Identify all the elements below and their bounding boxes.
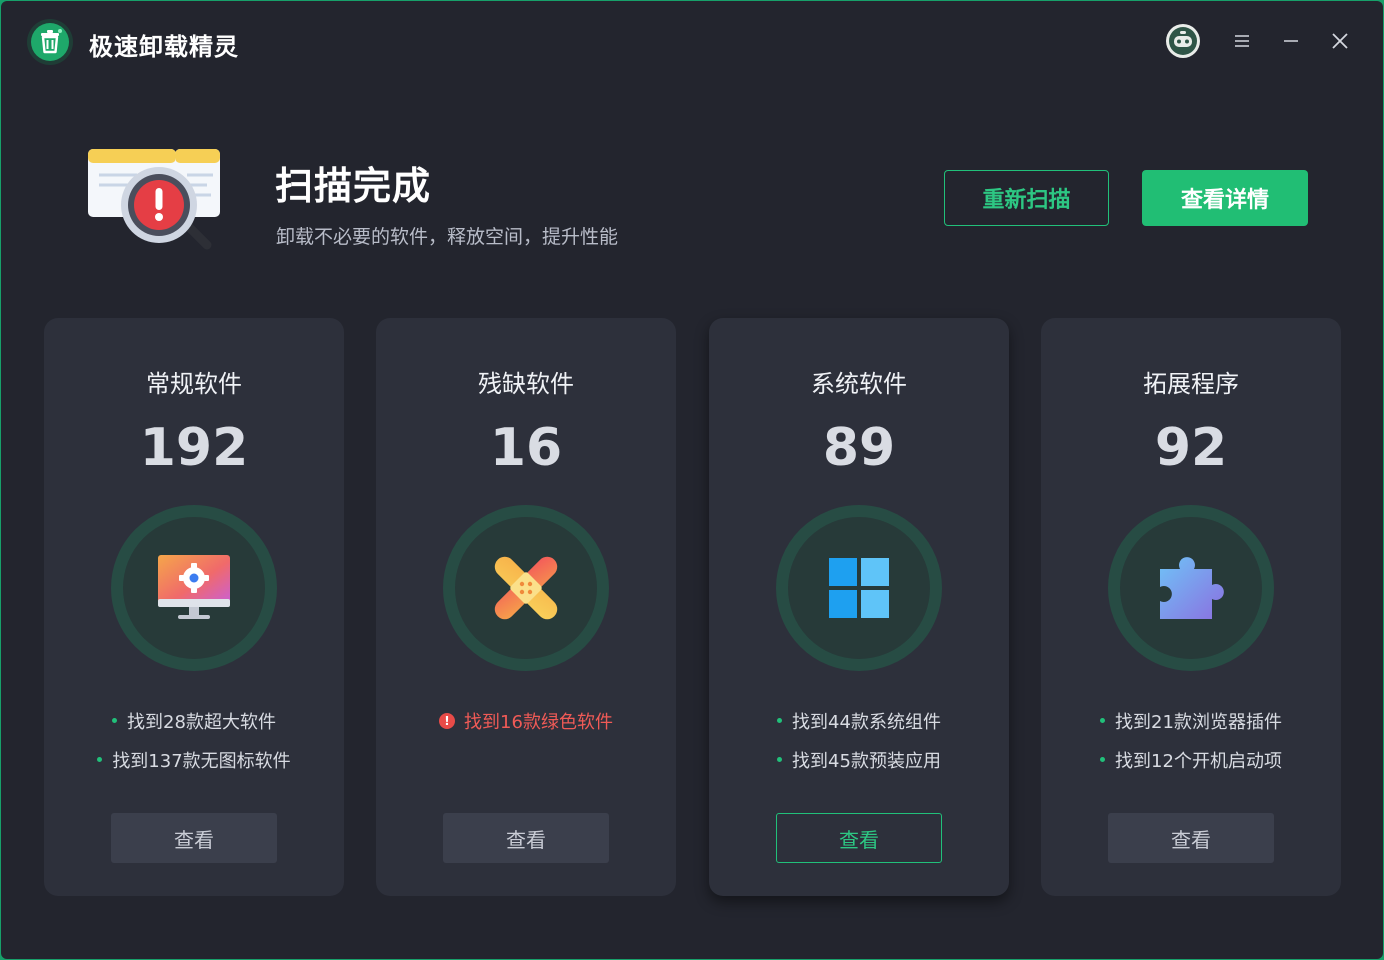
finds-list: ! 找到16款绿色软件 [376, 701, 676, 740]
bullet-dot-icon [777, 718, 783, 723]
puzzle-icon [1160, 557, 1224, 619]
view-regular-button[interactable]: 查看 [111, 813, 277, 863]
card-title: 系统软件 [811, 370, 907, 398]
card-title: 拓展程序 [1143, 370, 1239, 398]
card-count: 92 [1154, 418, 1228, 478]
bullet-dot-icon [1100, 757, 1106, 762]
card-icon-ring [1108, 505, 1274, 671]
card-incomplete-software: 残缺软件 16 ! 找到16款绿色软件 查看 [376, 318, 676, 896]
warning-icon: ! [439, 712, 456, 729]
app-window: 极速卸载精灵 扫描完成 卸载不必要的软件，释放空间，提升性能 重新扫描 查看详情… [1, 1, 1383, 959]
view-details-button[interactable]: 查看详情 [1142, 170, 1308, 226]
page-subtitle: 卸载不必要的软件，释放空间，提升性能 [276, 226, 619, 248]
bullet-dot-icon [112, 718, 118, 723]
finds-list: 找到44款系统组件 找到45款预装应用 [709, 701, 1009, 779]
list-item: 找到21款浏览器插件 [1041, 701, 1341, 740]
finds-list: 找到28款超大软件 找到137款无图标软件 [44, 701, 344, 779]
hamburger-menu-icon[interactable] [1224, 23, 1260, 59]
list-item: 找到137款无图标软件 [44, 740, 344, 779]
bandage-icon [494, 556, 558, 620]
card-count: 16 [489, 418, 563, 478]
list-item: 找到28款超大软件 [44, 701, 344, 740]
card-count: 192 [139, 418, 249, 478]
page-title: 扫描完成 [275, 164, 432, 208]
list-item: 找到12个开机启动项 [1041, 740, 1341, 779]
monitor-gear-icon [158, 555, 230, 619]
card-icon-ring [111, 505, 277, 671]
card-title: 常规软件 [146, 370, 242, 398]
finds-list: 找到21款浏览器插件 找到12个开机启动项 [1041, 701, 1341, 779]
scan-alert-magnifier-icon [87, 143, 227, 255]
bullet-dot-icon [1100, 718, 1106, 723]
title-bar: 极速卸载精灵 [1, 1, 1383, 83]
rescan-button[interactable]: 重新扫描 [944, 170, 1109, 226]
warning-item: ! 找到16款绿色软件 [376, 701, 676, 740]
view-extensions-button[interactable]: 查看 [1108, 813, 1274, 863]
bullet-dot-icon [97, 757, 103, 762]
app-title: 极速卸载精灵 [89, 33, 239, 61]
view-incomplete-button[interactable]: 查看 [443, 813, 609, 863]
card-title: 残缺软件 [478, 370, 574, 398]
minimize-icon[interactable] [1273, 23, 1309, 59]
close-icon[interactable] [1322, 23, 1358, 59]
robot-avatar-icon[interactable] [1165, 23, 1201, 59]
list-item: 找到45款预装应用 [709, 740, 1009, 779]
trash-bin-icon [27, 19, 73, 65]
bullet-dot-icon [777, 757, 783, 762]
view-system-button[interactable]: 查看 [776, 813, 942, 863]
card-icon-ring [776, 505, 942, 671]
windows-icon [829, 558, 889, 618]
card-system-software: 系统软件 89 找到44款系统组件 找到45款预装应用 查看 [709, 318, 1009, 896]
list-item: 找到44款系统组件 [709, 701, 1009, 740]
card-extensions: 拓展程序 92 找到21款浏览器插件 找到12个开机启动项 查看 [1041, 318, 1341, 896]
card-count: 89 [822, 418, 896, 478]
card-regular-software: 常规软件 192 找到28款超大软件 找到137款无图标软件 查看 [44, 318, 344, 896]
card-icon-ring [443, 505, 609, 671]
